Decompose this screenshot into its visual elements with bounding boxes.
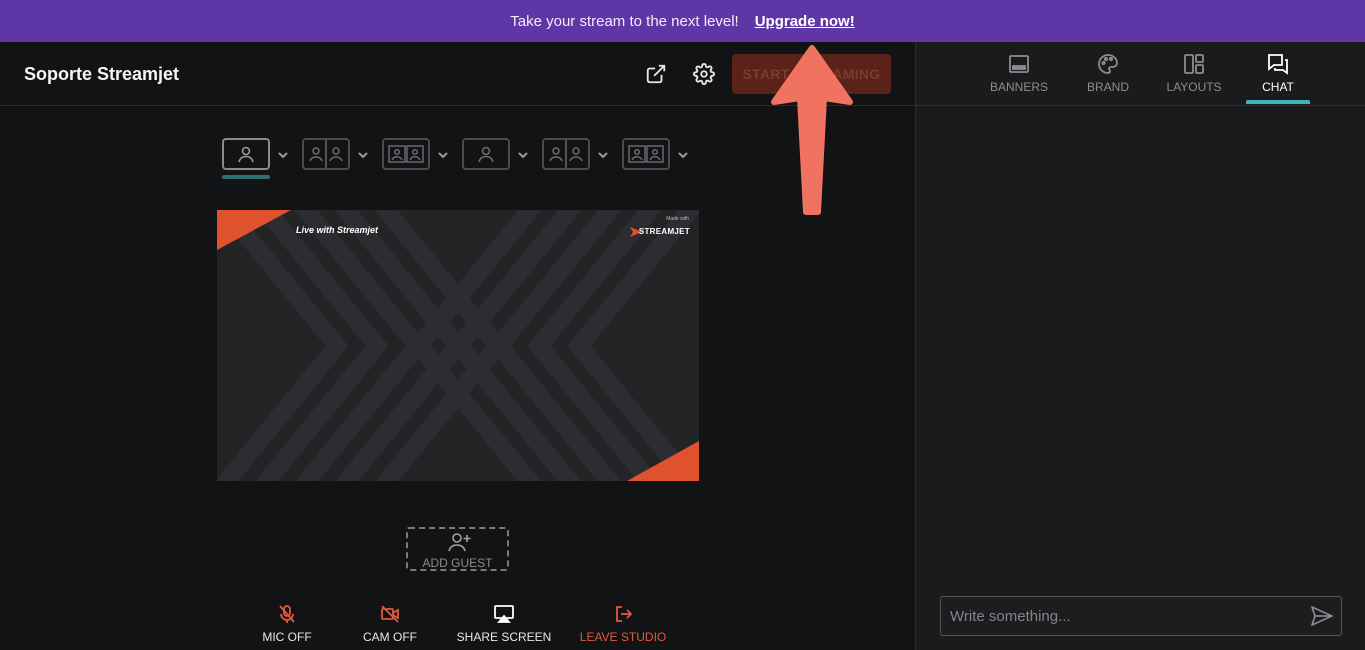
tab-banners[interactable]: BANNERS bbox=[984, 50, 1054, 106]
gear-icon[interactable] bbox=[690, 60, 718, 88]
cam-off-button[interactable]: CAM OFF bbox=[355, 602, 425, 648]
tab-brand[interactable]: BRAND bbox=[1076, 50, 1140, 106]
tab-layouts[interactable]: LAYOUTS bbox=[1162, 50, 1226, 106]
mic-off-button[interactable]: MIC OFF bbox=[252, 602, 322, 648]
streamjet-logo-text: STREAMJET bbox=[638, 227, 690, 236]
studio-title: Soporte Streamjet bbox=[24, 64, 180, 84]
start-streaming-button[interactable]: START STREAMING bbox=[732, 54, 891, 94]
leave-studio-button[interactable]: LEAVE STUDIO bbox=[577, 602, 669, 648]
layout-two-framed-icon bbox=[382, 138, 430, 170]
add-guest-button[interactable]: ADD GUEST bbox=[406, 527, 509, 571]
chevron-down-icon bbox=[598, 152, 608, 159]
mic-off-label: MIC OFF bbox=[262, 630, 312, 644]
studio-main: Soporte Streamjet START STREAMING Live w… bbox=[0, 42, 915, 650]
chevron-down-icon bbox=[438, 152, 448, 159]
exit-icon bbox=[616, 606, 633, 622]
active-layout-indicator bbox=[222, 175, 270, 179]
chevron-down-icon bbox=[278, 152, 288, 159]
layout-option-two-framed-alt[interactable] bbox=[622, 138, 692, 178]
studio-header: Soporte Streamjet START STREAMING bbox=[0, 42, 915, 106]
tab-brand-label: BRAND bbox=[1086, 80, 1129, 94]
layout-single-small-icon bbox=[462, 138, 510, 170]
tab-chat[interactable]: CHAT bbox=[1246, 50, 1310, 106]
layout-single-icon bbox=[222, 138, 270, 170]
tab-chat-label: CHAT bbox=[1262, 80, 1294, 94]
layout-two-framed-alt-icon bbox=[622, 138, 670, 170]
leave-studio-label: LEAVE STUDIO bbox=[579, 630, 667, 644]
banner-icon bbox=[1009, 55, 1029, 73]
layout-option-single[interactable] bbox=[222, 138, 292, 179]
preview-background bbox=[217, 210, 699, 481]
tab-banners-label: BANNERS bbox=[989, 80, 1048, 94]
screen-share-icon bbox=[494, 605, 514, 623]
upgrade-link[interactable]: Upgrade now! bbox=[755, 13, 855, 30]
preview-overlay-title: Live with Streamjet bbox=[296, 225, 379, 235]
upgrade-banner: Take your stream to the next level! Upgr… bbox=[0, 0, 1365, 42]
mic-off-icon bbox=[279, 605, 295, 623]
palette-icon bbox=[1098, 54, 1118, 74]
layout-option-two-framed[interactable] bbox=[382, 138, 452, 178]
external-link-icon[interactable] bbox=[642, 60, 670, 88]
layout-two-alt-icon bbox=[542, 138, 590, 170]
chat-input-box bbox=[940, 596, 1342, 636]
add-guest-label: ADD GUEST bbox=[422, 556, 493, 570]
chat-icon bbox=[1268, 54, 1288, 75]
layout-option-two-alt[interactable] bbox=[542, 138, 612, 178]
add-user-icon bbox=[448, 533, 471, 552]
share-screen-button[interactable]: SHARE SCREEN bbox=[454, 602, 554, 648]
chat-input[interactable] bbox=[941, 597, 1301, 635]
made-with-label: Made with bbox=[666, 216, 689, 222]
chevron-down-icon bbox=[518, 152, 528, 159]
tab-layouts-label: LAYOUTS bbox=[1166, 80, 1222, 94]
layout-option-single-small[interactable] bbox=[462, 138, 532, 178]
layout-option-two[interactable] bbox=[302, 138, 372, 178]
layouts-icon bbox=[1184, 54, 1204, 74]
chevron-down-icon bbox=[678, 152, 688, 159]
camera-off-icon bbox=[381, 605, 399, 623]
active-tab-indicator bbox=[1246, 100, 1310, 104]
cam-off-label: CAM OFF bbox=[363, 630, 417, 644]
share-screen-label: SHARE SCREEN bbox=[456, 630, 552, 644]
chevron-down-icon bbox=[358, 152, 368, 159]
banner-text: Take your stream to the next level! bbox=[510, 12, 739, 30]
sidebar-tabs: BANNERS BRAND LAYOUTS CHAT bbox=[916, 42, 1365, 106]
layout-two-icon bbox=[302, 138, 350, 170]
send-icon[interactable] bbox=[1311, 606, 1333, 626]
stream-preview: Live with Streamjet Made with STREAMJET bbox=[217, 210, 699, 481]
right-sidebar: BANNERS BRAND LAYOUTS CHAT bbox=[915, 42, 1365, 650]
